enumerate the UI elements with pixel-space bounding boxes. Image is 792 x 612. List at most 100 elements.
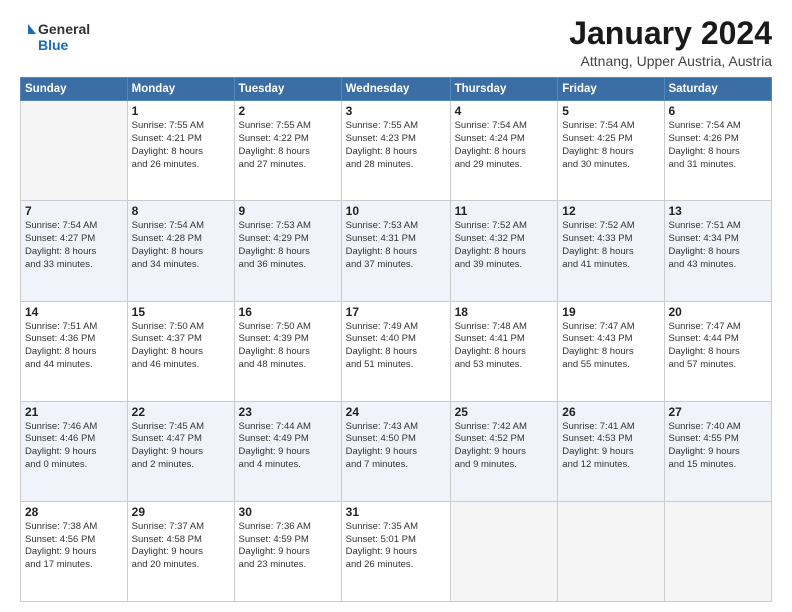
day-number: 16	[239, 305, 337, 319]
calendar-header-row: SundayMondayTuesdayWednesdayThursdayFrid…	[21, 78, 772, 101]
calendar-cell: 4 Sunrise: 7:54 AM Sunset: 4:24 PM Daylig…	[450, 101, 558, 201]
day-number: 28	[25, 505, 123, 519]
calendar-cell: 18Sunrise: 7:48 AM Sunset: 4:41 PM Dayli…	[450, 301, 558, 401]
calendar-cell: 7 Sunrise: 7:54 AM Sunset: 4:27 PM Daylig…	[21, 201, 128, 301]
day-number: 18	[455, 305, 554, 319]
cell-info: Sunrise: 7:36 AM Sunset: 4:59 PM Dayligh…	[239, 521, 337, 572]
subtitle: Attnang, Upper Austria, Austria	[569, 53, 772, 69]
cell-info: Sunrise: 7:54 AM Sunset: 4:25 PM Dayligh…	[562, 120, 659, 171]
calendar-day-header: Thursday	[450, 78, 558, 101]
cell-info: Sunrise: 7:50 AM Sunset: 4:37 PM Dayligh…	[132, 321, 230, 372]
day-number: 7	[25, 204, 123, 218]
day-number: 26	[562, 405, 659, 419]
cell-info: Sunrise: 7:47 AM Sunset: 4:43 PM Dayligh…	[562, 321, 659, 372]
day-number: 13	[669, 204, 768, 218]
cell-info: Sunrise: 7:49 AM Sunset: 4:40 PM Dayligh…	[346, 321, 446, 372]
calendar-cell: 8 Sunrise: 7:54 AM Sunset: 4:28 PM Daylig…	[127, 201, 234, 301]
calendar-day-header: Saturday	[664, 78, 772, 101]
cell-info: Sunrise: 7:38 AM Sunset: 4:56 PM Dayligh…	[25, 521, 123, 572]
day-number: 15	[132, 305, 230, 319]
calendar-cell: 11Sunrise: 7:52 AM Sunset: 4:32 PM Dayli…	[450, 201, 558, 301]
cell-info: Sunrise: 7:42 AM Sunset: 4:52 PM Dayligh…	[455, 421, 554, 472]
day-number: 3	[346, 104, 446, 118]
svg-text:General: General	[38, 21, 90, 37]
cell-info: Sunrise: 7:54 AM Sunset: 4:27 PM Dayligh…	[25, 220, 123, 271]
cell-info: Sunrise: 7:54 AM Sunset: 4:28 PM Dayligh…	[132, 220, 230, 271]
day-number: 8	[132, 204, 230, 218]
day-number: 25	[455, 405, 554, 419]
calendar-cell	[664, 501, 772, 601]
cell-info: Sunrise: 7:35 AM Sunset: 5:01 PM Dayligh…	[346, 521, 446, 572]
calendar-cell	[21, 101, 128, 201]
day-number: 10	[346, 204, 446, 218]
day-number: 27	[669, 405, 768, 419]
day-number: 12	[562, 204, 659, 218]
calendar-cell: 6 Sunrise: 7:54 AM Sunset: 4:26 PM Daylig…	[664, 101, 772, 201]
cell-info: Sunrise: 7:44 AM Sunset: 4:49 PM Dayligh…	[239, 421, 337, 472]
calendar-cell: 26 Sunrise: 7:41 AM Sunset: 4:53 PM Dayli…	[558, 401, 664, 501]
calendar-day-header: Wednesday	[341, 78, 450, 101]
day-number: 6	[669, 104, 768, 118]
calendar-cell: 12 Sunrise: 7:52 AM Sunset: 4:33 PM Dayli…	[558, 201, 664, 301]
calendar-cell: 10Sunrise: 7:53 AM Sunset: 4:31 PM Dayli…	[341, 201, 450, 301]
cell-info: Sunrise: 7:37 AM Sunset: 4:58 PM Dayligh…	[132, 521, 230, 572]
cell-info: Sunrise: 7:51 AM Sunset: 4:34 PM Dayligh…	[669, 220, 768, 271]
calendar-week-row: 21Sunrise: 7:46 AM Sunset: 4:46 PM Dayli…	[21, 401, 772, 501]
logo-svg: GeneralBlue	[20, 16, 110, 56]
cell-info: Sunrise: 7:51 AM Sunset: 4:36 PM Dayligh…	[25, 321, 123, 372]
day-number: 19	[562, 305, 659, 319]
calendar-week-row: 7 Sunrise: 7:54 AM Sunset: 4:27 PM Daylig…	[21, 201, 772, 301]
cell-info: Sunrise: 7:43 AM Sunset: 4:50 PM Dayligh…	[346, 421, 446, 472]
calendar-cell: 13 Sunrise: 7:51 AM Sunset: 4:34 PM Dayli…	[664, 201, 772, 301]
calendar-cell: 31 Sunrise: 7:35 AM Sunset: 5:01 PM Dayli…	[341, 501, 450, 601]
cell-info: Sunrise: 7:52 AM Sunset: 4:33 PM Dayligh…	[562, 220, 659, 271]
calendar-cell: 29Sunrise: 7:37 AM Sunset: 4:58 PM Dayli…	[127, 501, 234, 601]
cell-info: Sunrise: 7:50 AM Sunset: 4:39 PM Dayligh…	[239, 321, 337, 372]
day-number: 20	[669, 305, 768, 319]
cell-info: Sunrise: 7:46 AM Sunset: 4:46 PM Dayligh…	[25, 421, 123, 472]
day-number: 31	[346, 505, 446, 519]
day-number: 30	[239, 505, 337, 519]
calendar-day-header: Sunday	[21, 78, 128, 101]
day-number: 23	[239, 405, 337, 419]
day-number: 5	[562, 104, 659, 118]
day-number: 4	[455, 104, 554, 118]
calendar-cell: 15 Sunrise: 7:50 AM Sunset: 4:37 PM Dayli…	[127, 301, 234, 401]
day-number: 14	[25, 305, 123, 319]
title-section: January 2024 Attnang, Upper Austria, Aus…	[569, 16, 772, 69]
day-number: 17	[346, 305, 446, 319]
cell-info: Sunrise: 7:40 AM Sunset: 4:55 PM Dayligh…	[669, 421, 768, 472]
calendar-cell: 30 Sunrise: 7:36 AM Sunset: 4:59 PM Dayli…	[234, 501, 341, 601]
logo: GeneralBlue	[20, 16, 110, 56]
calendar-cell: 1 Sunrise: 7:55 AM Sunset: 4:21 PM Daylig…	[127, 101, 234, 201]
cell-info: Sunrise: 7:55 AM Sunset: 4:23 PM Dayligh…	[346, 120, 446, 171]
calendar-cell: 17 Sunrise: 7:49 AM Sunset: 4:40 PM Dayli…	[341, 301, 450, 401]
cell-info: Sunrise: 7:53 AM Sunset: 4:29 PM Dayligh…	[239, 220, 337, 271]
cell-info: Sunrise: 7:45 AM Sunset: 4:47 PM Dayligh…	[132, 421, 230, 472]
page: GeneralBlue January 2024 Attnang, Upper …	[0, 0, 792, 612]
day-number: 9	[239, 204, 337, 218]
calendar-cell	[450, 501, 558, 601]
day-number: 22	[132, 405, 230, 419]
day-number: 11	[455, 204, 554, 218]
calendar-cell: 23 Sunrise: 7:44 AM Sunset: 4:49 PM Dayli…	[234, 401, 341, 501]
cell-info: Sunrise: 7:41 AM Sunset: 4:53 PM Dayligh…	[562, 421, 659, 472]
calendar-cell: 25 Sunrise: 7:42 AM Sunset: 4:52 PM Dayli…	[450, 401, 558, 501]
cell-info: Sunrise: 7:54 AM Sunset: 4:24 PM Dayligh…	[455, 120, 554, 171]
cell-info: Sunrise: 7:47 AM Sunset: 4:44 PM Dayligh…	[669, 321, 768, 372]
main-title: January 2024	[569, 16, 772, 51]
calendar-cell: 3 Sunrise: 7:55 AM Sunset: 4:23 PM Daylig…	[341, 101, 450, 201]
cell-info: Sunrise: 7:55 AM Sunset: 4:21 PM Dayligh…	[132, 120, 230, 171]
calendar-cell: 20 Sunrise: 7:47 AM Sunset: 4:44 PM Dayli…	[664, 301, 772, 401]
calendar-cell: 27 Sunrise: 7:40 AM Sunset: 4:55 PM Dayli…	[664, 401, 772, 501]
calendar-day-header: Tuesday	[234, 78, 341, 101]
calendar-cell: 5 Sunrise: 7:54 AM Sunset: 4:25 PM Daylig…	[558, 101, 664, 201]
calendar-table: SundayMondayTuesdayWednesdayThursdayFrid…	[20, 77, 772, 602]
calendar-cell	[558, 501, 664, 601]
cell-info: Sunrise: 7:54 AM Sunset: 4:26 PM Dayligh…	[669, 120, 768, 171]
calendar-cell: 9 Sunrise: 7:53 AM Sunset: 4:29 PM Daylig…	[234, 201, 341, 301]
calendar-week-row: 1 Sunrise: 7:55 AM Sunset: 4:21 PM Daylig…	[21, 101, 772, 201]
calendar-cell: 14 Sunrise: 7:51 AM Sunset: 4:36 PM Dayli…	[21, 301, 128, 401]
day-number: 24	[346, 405, 446, 419]
day-number: 1	[132, 104, 230, 118]
